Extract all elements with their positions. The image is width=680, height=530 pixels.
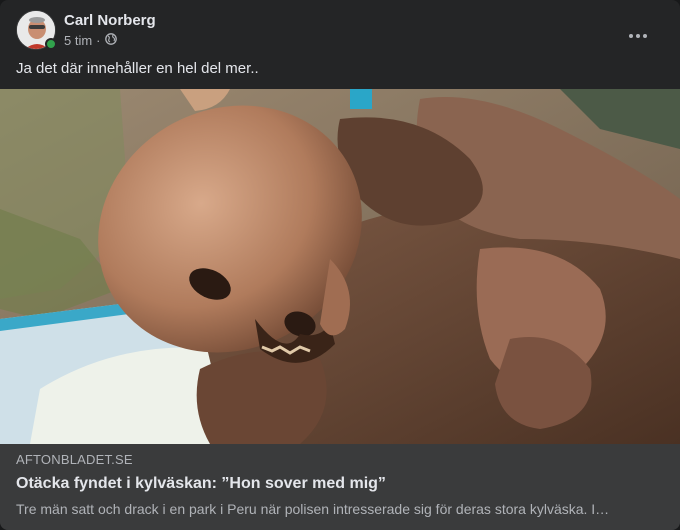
post-meta: Carl Norberg 5 tim · (64, 12, 156, 49)
separator: · (96, 32, 101, 48)
avatar[interactable] (16, 10, 57, 50)
link-preview-card[interactable]: AFTONBLADET.SE Otäcka fyndet i kylväskan… (0, 444, 680, 530)
post-subline: 5 tim · (64, 33, 156, 49)
link-domain: AFTONBLADET.SE (16, 452, 133, 467)
link-description: Tre män satt och drack i en park i Peru … (16, 501, 610, 517)
more-options-icon[interactable] (626, 24, 650, 48)
link-title[interactable]: Otäcka fyndet i kylväskan: ”Hon sover me… (16, 474, 664, 494)
link-preview-image[interactable] (0, 89, 680, 444)
online-status-dot (45, 38, 57, 50)
feed-post: Carl Norberg 5 tim · Ja det där innehåll… (0, 0, 680, 530)
author-name[interactable]: Carl Norberg (64, 12, 156, 30)
post-timestamp[interactable]: 5 tim (64, 33, 92, 49)
post-header: Carl Norberg 5 tim · (16, 10, 664, 50)
globe-icon[interactable] (104, 32, 117, 49)
post-message: Ja det där innehåller en hel del mer.. (16, 60, 259, 77)
